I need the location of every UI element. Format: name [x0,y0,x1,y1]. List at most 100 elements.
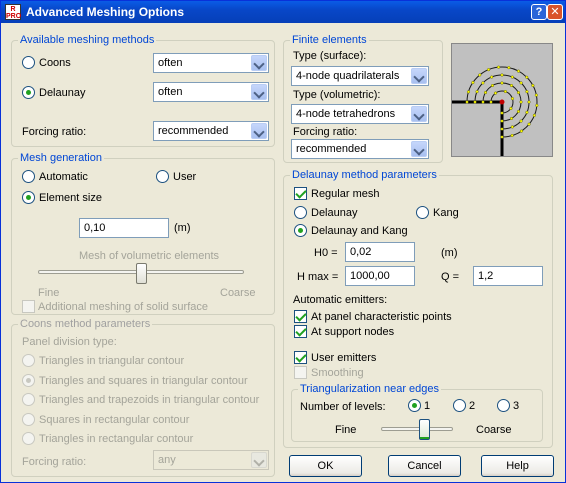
chevron-down-icon[interactable] [251,55,267,71]
tri-slider-track[interactable] [381,427,453,431]
smoothing-checkbox[interactable] [294,366,307,379]
element-size-value: 0,10 [84,222,106,234]
chevron-down-icon[interactable] [411,106,427,122]
mesh-node [478,73,482,77]
level-1-label: 1 [424,400,431,412]
mesh-node [510,75,514,79]
advanced-meshing-dialog: R PRO Advanced Meshing Options ? ✕ Avail… [0,0,566,483]
coons-forcing-label: Forcing ratio: [22,456,87,468]
kang-radio[interactable] [416,206,429,219]
user-radio[interactable] [156,170,169,183]
triangularization-legend: Triangularization near edges [300,383,440,395]
element-size-input[interactable]: 0,10 [79,218,169,238]
surface-type-select[interactable]: 4-node quadrilaterals [291,66,429,86]
methods-forcing-value: recommended [158,125,229,137]
volumetric-mesh-title: Mesh of volumetric elements [79,250,219,262]
help-icon[interactable]: ? [531,4,547,20]
panel-division-radio[interactable] [22,432,35,445]
mesh-node [525,110,529,114]
fe-forcing-select[interactable]: recommended [291,139,429,159]
support-nodes-checkbox[interactable] [294,325,307,338]
volumetric-slider-thumb[interactable] [136,263,147,284]
chevron-down-icon[interactable] [251,123,267,139]
level-2-label: 2 [469,400,476,412]
mesh-node [471,81,475,85]
chevron-down-icon[interactable] [251,84,267,100]
solid-surface-checkbox[interactable] [22,300,35,313]
panel-division-option-label: Triangles in triangular contour [39,355,185,367]
panel-division-radio[interactable] [22,354,35,367]
levels-label: Number of levels: [300,401,386,413]
coons-frequency-select[interactable]: often [153,53,269,73]
mesh-node [500,81,504,85]
mesh-node [519,119,523,123]
chevron-down-icon[interactable] [251,452,267,468]
mesh-node [475,90,479,94]
hmax-input[interactable]: 1000,00 [345,266,415,286]
mesh-node [525,90,529,94]
panel-division-radio[interactable] [22,412,35,426]
h0-input[interactable]: 0,02 [345,242,415,262]
fe-forcing-value: recommended [296,143,367,155]
panel-division-radio[interactable] [22,393,35,406]
q-value: 1,2 [478,270,494,282]
chevron-down-icon[interactable] [411,68,427,84]
tri-slider-thumb[interactable] [419,419,431,440]
mesh-generation-legend: Mesh generation [20,152,102,164]
help-button[interactable]: Help [481,455,554,477]
mesh-node [516,69,521,73]
volumetric-type-label: Type (volumetric): [293,89,381,101]
automatic-radio[interactable] [22,170,35,183]
tri-coarse-label: Coarse [476,424,512,436]
level-2-radio[interactable] [453,399,466,412]
smoothing-label: Smoothing [311,367,364,379]
meshing-methods-legend: Available meshing methods [20,34,155,46]
chevron-down-icon[interactable] [411,141,427,157]
coons-radio[interactable] [22,56,35,69]
coons-forcing-select[interactable]: any [153,450,269,470]
mesh-node [510,97,515,101]
mesh-node [516,109,521,114]
user-emitters-checkbox[interactable] [294,351,307,364]
close-icon[interactable]: ✕ [547,4,563,20]
methods-forcing-label: Forcing ratio: [22,126,87,138]
delaunay-method-radio[interactable] [22,86,35,99]
panel-division-radio[interactable] [22,373,35,387]
ok-button[interactable]: OK [289,455,362,477]
title-bar[interactable]: R PRO Advanced Meshing Options ? ✕ [1,1,565,23]
mesh-node [527,122,531,126]
panel-division-option-label: Triangles and trapezoids in triangular c… [39,394,260,406]
level-3-radio[interactable] [497,399,510,412]
mesh-node [519,129,523,133]
volumetric-coarse-label: Coarse [220,287,256,299]
mesh-node [490,83,495,88]
volumetric-type-select[interactable]: 4-node tetrahedrons [291,104,429,124]
element-size-radio[interactable] [22,191,35,204]
panel-points-checkbox[interactable] [294,310,307,323]
methods-forcing-select[interactable]: recommended [153,121,269,141]
mesh-node [507,66,511,70]
delaunay-frequency-select[interactable]: often [153,82,269,102]
level-1-radio[interactable] [408,399,421,412]
delaunay-and-kang-radio[interactable] [294,224,307,237]
delaunay-radio[interactable] [294,206,307,219]
mesh-node [466,90,471,94]
q-input[interactable]: 1,2 [473,266,543,286]
user-label: User [173,171,197,183]
mesh-node [510,125,514,129]
volumetric-type-value: 4-node tetrahedrons [296,108,396,120]
window-title: Advanced Meshing Options [26,5,185,19]
automatic-emitters-label: Automatic emitters: [293,294,388,306]
mesh-node [525,75,529,79]
mesh-node [500,127,504,131]
mesh-node [509,116,514,121]
h0-label: H0 = [314,247,338,259]
cancel-button[interactable]: Cancel [388,455,461,477]
regular-mesh-checkbox[interactable] [294,187,307,200]
mesh-node [473,100,477,104]
panel-division-option-label: Triangles and squares in triangular cont… [39,374,248,387]
panel-points-label: At panel characteristic points [311,311,452,323]
h0-value: 0,02 [350,246,372,258]
mesh-node [489,100,493,104]
mesh-node [487,68,491,72]
